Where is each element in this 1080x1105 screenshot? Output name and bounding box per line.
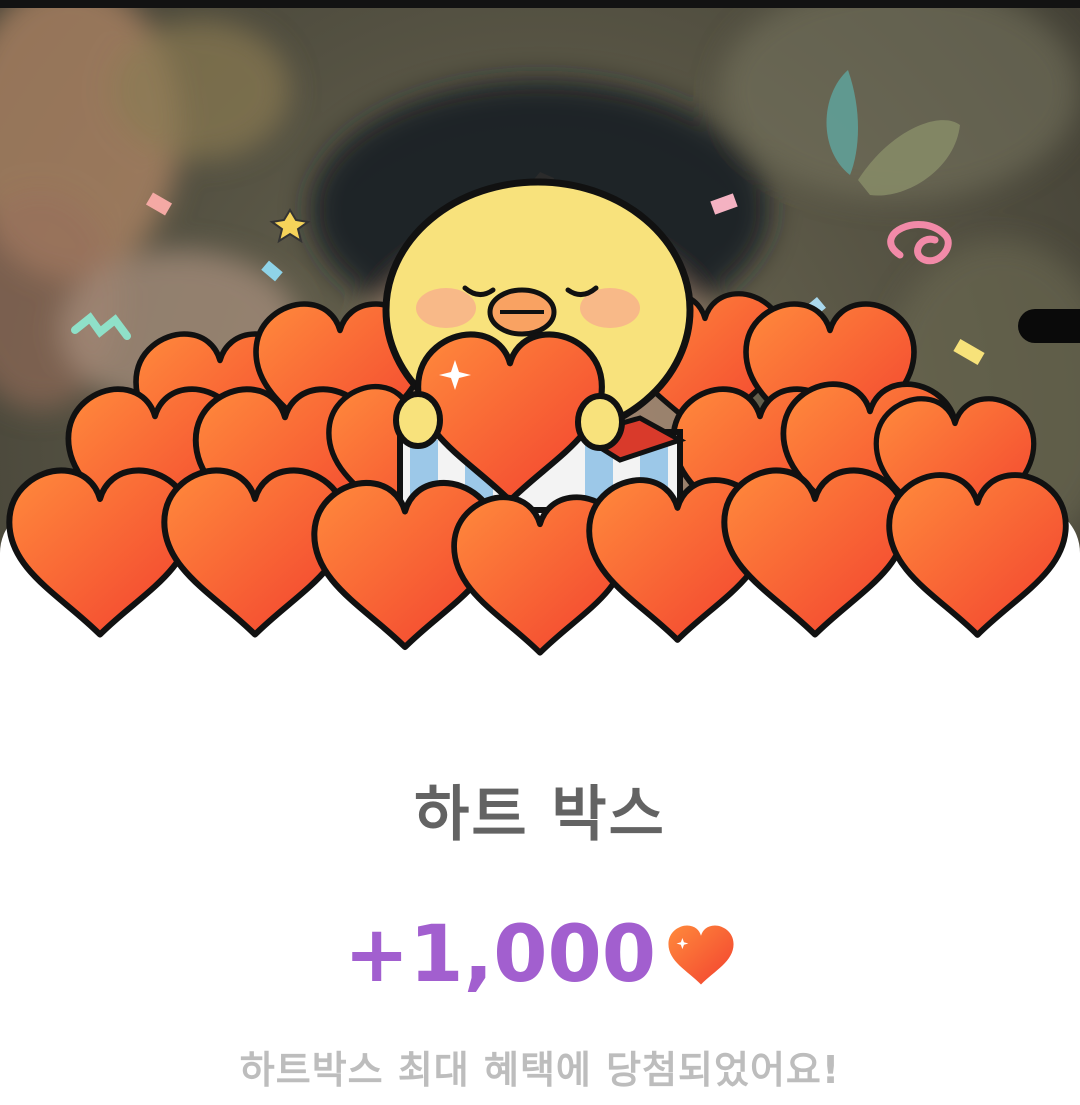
heart-icon — [668, 925, 734, 985]
popup-description: 하트박스 최대 혜택에 당첨되었어요! — [239, 1048, 841, 1092]
reward-amount: +1,000 — [343, 910, 657, 1000]
popup-title: 하트 박스 — [414, 780, 666, 850]
reward-row: +1,000 — [0, 905, 1080, 1005]
status-bar-edge — [0, 0, 1080, 8]
heart-box-illustration — [0, 172, 1080, 670]
